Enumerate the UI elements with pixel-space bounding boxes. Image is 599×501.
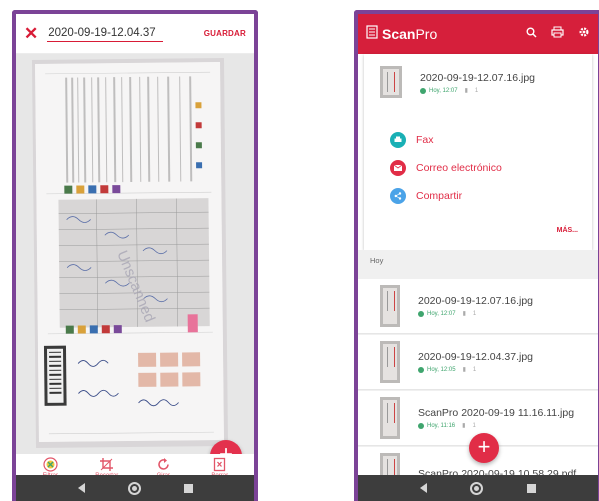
file-meta: Hoy, 12:07 ▮ 1 bbox=[420, 87, 535, 94]
delete-icon bbox=[212, 457, 227, 472]
crop-icon bbox=[99, 457, 114, 472]
file-date: Hoy, 12:05 bbox=[427, 366, 456, 373]
file-pages: 1 bbox=[472, 422, 476, 429]
share-icon bbox=[390, 188, 406, 204]
back-icon[interactable] bbox=[77, 483, 85, 493]
scanpro-screen: ScanPro 2020-09-19-12.07.16.jpg Hoy, 12:… bbox=[354, 10, 599, 501]
editor-screen: ✕ 2020-09-19-12.04.37 GUARDAR Unscanned bbox=[12, 10, 258, 501]
rotate-icon bbox=[156, 457, 171, 472]
settings-icon[interactable] bbox=[578, 25, 590, 43]
recent-apps-icon[interactable] bbox=[183, 483, 193, 493]
page-count-icon: ▮ bbox=[462, 311, 466, 317]
file-date: Hoy, 11:16 bbox=[427, 422, 456, 429]
file-name: 2020-09-19-12.04.37.jpg bbox=[418, 351, 534, 363]
scanned-document-image: Unscanned bbox=[31, 58, 229, 448]
search-icon[interactable] bbox=[526, 25, 537, 43]
file-meta: Hoy, 12:05 ▮ 1 bbox=[418, 366, 533, 373]
recent-apps-icon[interactable] bbox=[527, 483, 537, 493]
clock-icon bbox=[418, 310, 424, 317]
app-bar: ScanPro bbox=[358, 14, 598, 54]
share-card-file[interactable]: 2020-09-19-12.07.16.jpg Hoy, 12:07 ▮ 1 bbox=[380, 66, 535, 98]
file-pages: 1 bbox=[472, 310, 477, 317]
clock-icon bbox=[418, 366, 424, 373]
editor-header: ✕ 2020-09-19-12.04.37 GUARDAR bbox=[16, 14, 254, 54]
file-date: Hoy, 12:07 bbox=[429, 87, 458, 94]
file-date: Hoy, 12:07 bbox=[427, 310, 456, 317]
file-name: ScanPro 2020-09-19 11.16.11.jpg bbox=[418, 407, 575, 419]
home-icon[interactable] bbox=[470, 481, 484, 495]
scanner-logo-icon bbox=[366, 24, 378, 44]
file-name: 2020-09-19-12.07.16.jpg bbox=[418, 295, 534, 307]
more-button[interactable]: MÁS... bbox=[557, 227, 578, 234]
file-pages: 1 bbox=[474, 87, 479, 94]
share-option-share[interactable]: Compartir bbox=[390, 188, 462, 204]
share-option-label: Compartir bbox=[416, 190, 463, 202]
android-navbar bbox=[358, 475, 598, 501]
save-button[interactable]: GUARDAR bbox=[204, 29, 246, 38]
share-card: 2020-09-19-12.07.16.jpg Hoy, 12:07 ▮ 1 F… bbox=[364, 54, 592, 250]
filter-icon bbox=[43, 457, 58, 472]
list-item[interactable]: 2020-09-19-12.04.37.jpg Hoy, 12:05 ▮ 1 bbox=[358, 335, 598, 390]
app-title-light: Pro bbox=[415, 26, 438, 42]
back-icon[interactable] bbox=[419, 483, 427, 493]
share-option-label: Fax bbox=[416, 134, 434, 146]
share-option-email[interactable]: Correo electrónico bbox=[390, 160, 502, 176]
fax-icon bbox=[390, 132, 406, 148]
file-name: 2020-09-19-12.07.16.jpg bbox=[420, 72, 536, 84]
share-option-fax[interactable]: Fax bbox=[390, 132, 434, 148]
clock-icon bbox=[418, 422, 424, 429]
page-count-icon: ▮ bbox=[462, 367, 466, 373]
new-scan-button[interactable]: + bbox=[469, 433, 499, 463]
file-meta: Hoy, 12:07 ▮ 1 bbox=[418, 310, 533, 317]
share-option-label: Correo electrónico bbox=[416, 162, 502, 174]
file-meta: Hoy, 11:16 ▮ 1 bbox=[418, 422, 574, 429]
file-thumbnail bbox=[380, 66, 402, 98]
page-count-icon: ▮ bbox=[464, 88, 468, 94]
home-icon[interactable] bbox=[127, 481, 141, 495]
list-item[interactable]: 2020-09-19-12.07.16.jpg Hoy, 12:07 ▮ 1 bbox=[358, 279, 598, 334]
file-thumbnail bbox=[380, 397, 400, 439]
file-thumbnail bbox=[380, 341, 400, 383]
file-thumbnail bbox=[380, 285, 400, 327]
section-header: Hoy bbox=[370, 256, 384, 265]
document-preview: Unscanned + bbox=[16, 54, 254, 454]
app-title-bold: Scan bbox=[382, 26, 416, 42]
mail-icon bbox=[390, 160, 406, 176]
page-count-icon: ▮ bbox=[462, 423, 466, 429]
document-name-input[interactable]: 2020-09-19-12.04.37 bbox=[47, 25, 164, 42]
close-icon[interactable]: ✕ bbox=[24, 25, 38, 42]
android-navbar bbox=[16, 475, 254, 501]
printer-icon[interactable] bbox=[551, 25, 564, 43]
clock-icon bbox=[420, 87, 426, 94]
app-title: ScanPro bbox=[382, 26, 437, 42]
file-pages: 1 bbox=[472, 366, 477, 373]
